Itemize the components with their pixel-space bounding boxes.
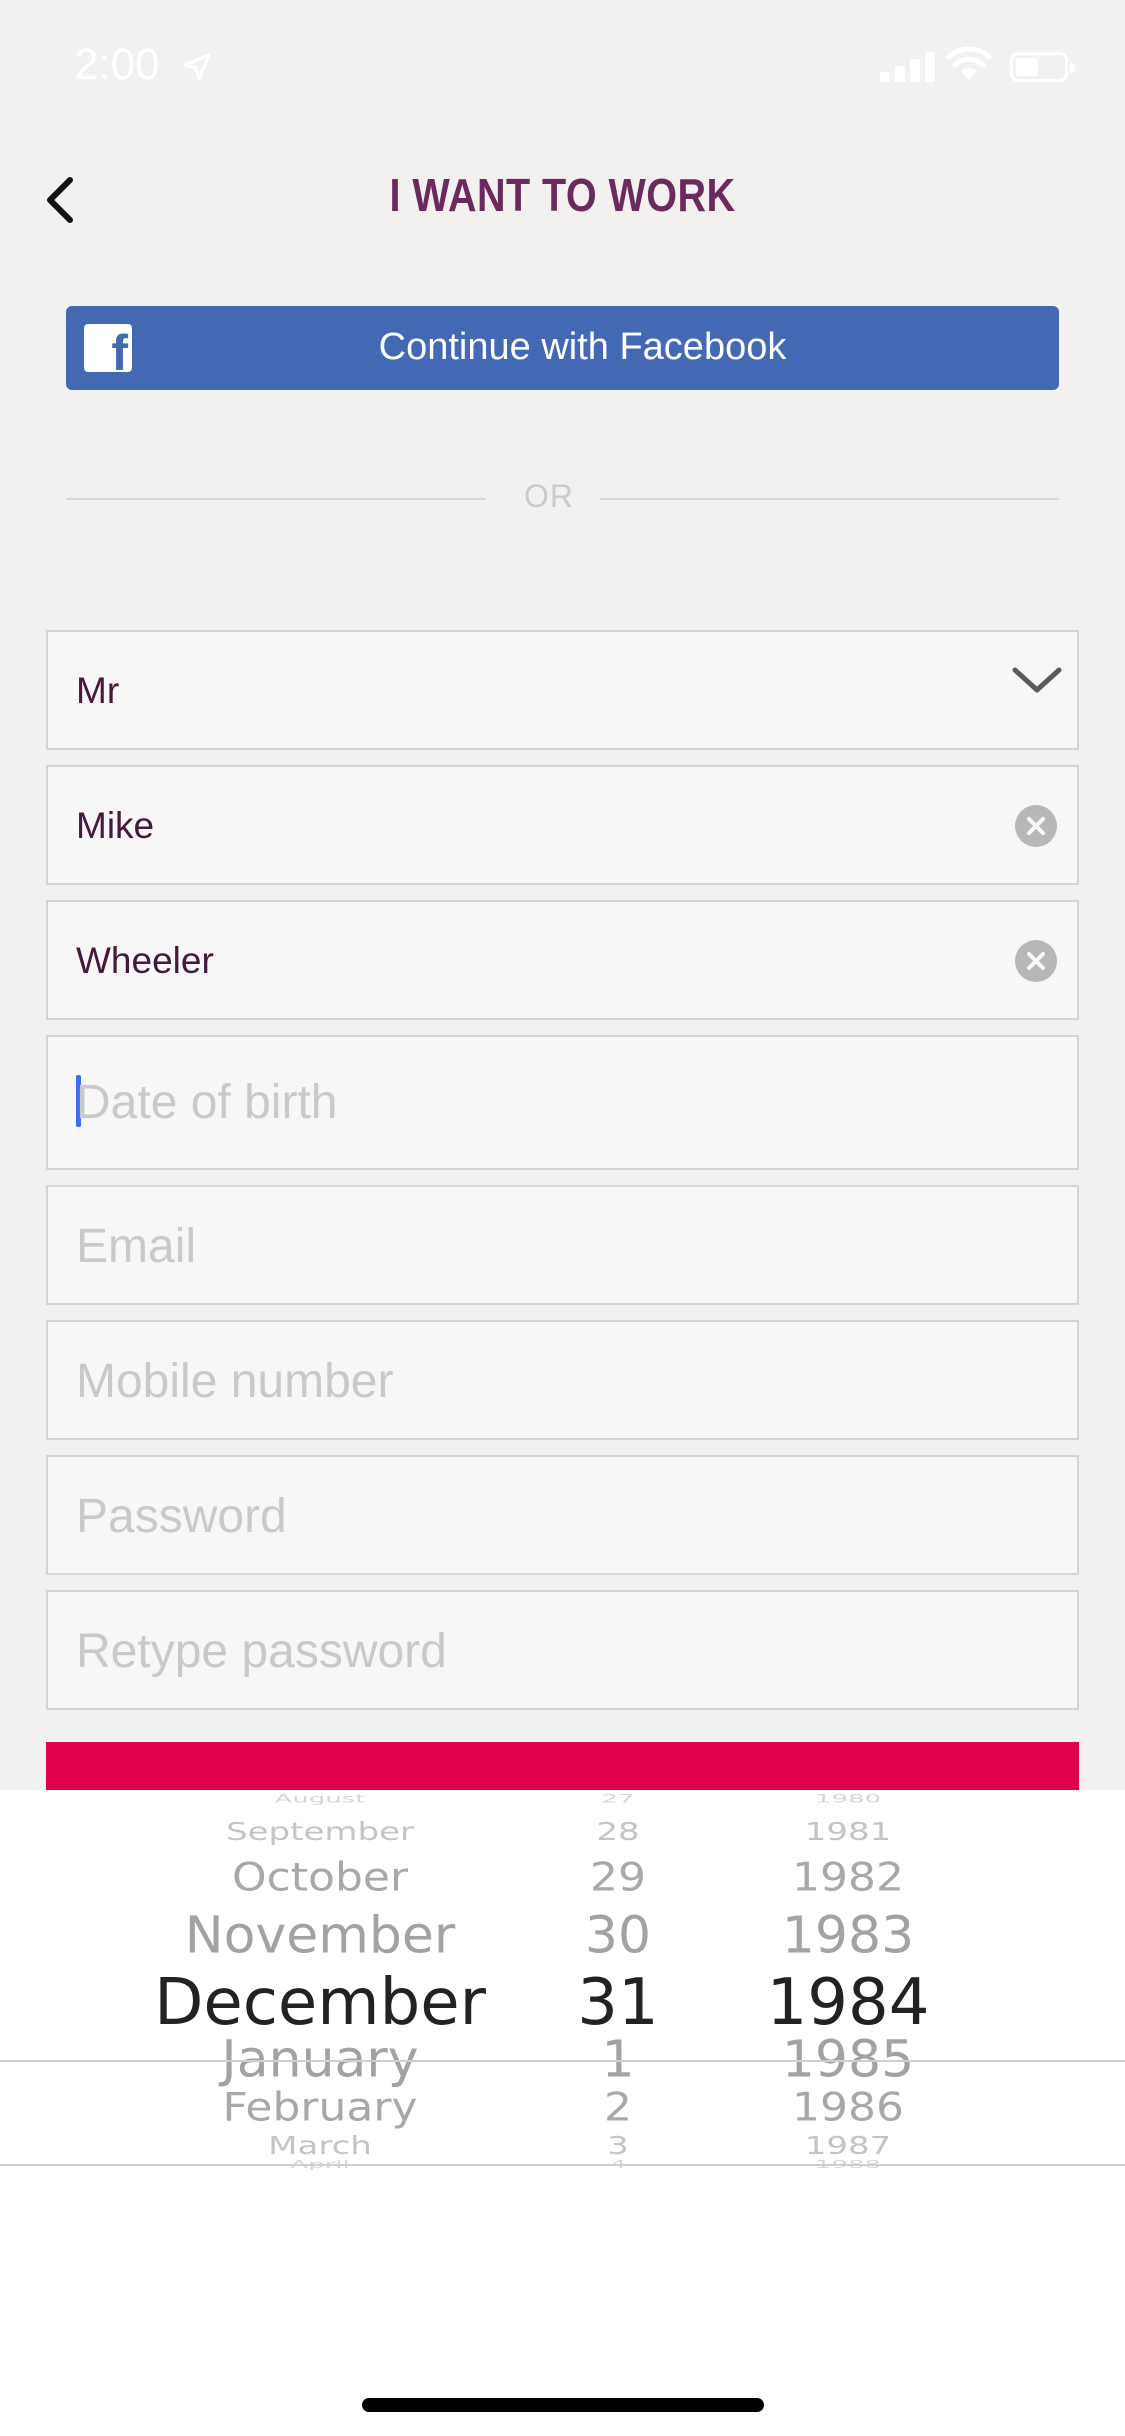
last-name-value: Wheeler [76, 940, 214, 981]
clear-icon[interactable] [1015, 805, 1057, 847]
picker-year-option[interactable]: 1987 [805, 2132, 892, 2161]
picker-day-option[interactable]: 31 [577, 1966, 658, 2040]
picker-month-option[interactable]: August [275, 1792, 366, 1806]
picker-year-option[interactable]: 1986 [792, 2085, 904, 2131]
cellular-signal-icon [880, 50, 936, 82]
chevron-down-icon [1012, 667, 1062, 693]
mobile-number-field[interactable]: Mobile number [46, 1320, 1079, 1440]
divider-line-left [66, 498, 486, 500]
picker-month-option[interactable]: March [268, 2132, 372, 2161]
first-name-field[interactable]: Mike [46, 765, 1079, 885]
retype-password-placeholder: Retype password [76, 1625, 447, 1678]
battery-icon [1010, 52, 1075, 82]
password-placeholder: Password [76, 1490, 287, 1543]
picker-month-option[interactable]: November [185, 1907, 456, 1965]
title-select-value: Mr [76, 670, 120, 711]
picker-selection-bottom-line [0, 2164, 1125, 2166]
page-title: I WANT TO WORK [389, 169, 736, 221]
picker-selection-top-line [0, 2060, 1125, 2062]
home-indicator [362, 2398, 764, 2412]
facebook-button-label: Continue with Facebook [378, 326, 787, 368]
password-field[interactable]: Password [46, 1455, 1079, 1575]
date-of-birth-field[interactable]: Date of birth [46, 1035, 1079, 1170]
divider-line-right [600, 498, 1059, 500]
clear-icon[interactable] [1015, 940, 1057, 982]
email-field[interactable]: Email [46, 1185, 1079, 1305]
first-name-value: Mike [76, 805, 155, 846]
picker-day-option[interactable]: 28 [596, 1818, 639, 1847]
or-divider-label: OR [524, 478, 574, 514]
date-picker[interactable]: August September October November December Ja… [0, 1790, 1125, 2436]
picker-year-option[interactable]: 1980 [815, 1792, 881, 1806]
picker-day-option[interactable]: 30 [585, 1907, 651, 1965]
back-chevron-icon[interactable] [40, 172, 80, 228]
wifi-icon [946, 46, 992, 80]
picker-year-option[interactable]: 1982 [792, 1855, 904, 1901]
last-name-field[interactable]: Wheeler [46, 900, 1079, 1020]
email-placeholder: Email [76, 1220, 197, 1273]
picker-day-option[interactable]: 27 [601, 1792, 634, 1806]
submit-button[interactable] [46, 1742, 1079, 1790]
picker-month-option[interactable]: October [232, 1855, 408, 1901]
picker-year-option[interactable]: 1984 [767, 1966, 930, 2040]
picker-year-option[interactable]: 1983 [782, 1907, 914, 1965]
title-select[interactable]: Mr [46, 630, 1079, 750]
picker-month-option[interactable]: December [154, 1966, 486, 2040]
retype-password-field[interactable]: Retype password [46, 1590, 1079, 1710]
picker-day-option[interactable]: 2 [604, 2085, 632, 2131]
location-arrow-icon [183, 53, 211, 81]
picker-day-option[interactable]: 29 [590, 1855, 646, 1901]
picker-year-option[interactable]: 1981 [805, 1818, 892, 1847]
date-of-birth-placeholder: Date of birth [76, 1076, 338, 1129]
status-time: 2:00 [74, 40, 160, 89]
mobile-number-placeholder: Mobile number [76, 1355, 394, 1408]
picker-day-option[interactable]: 3 [607, 2132, 629, 2161]
continue-with-facebook-button[interactable]: f Continue with Facebook [66, 306, 1059, 390]
picker-month-option[interactable]: September [226, 1818, 414, 1847]
picker-month-option[interactable]: February [223, 2085, 418, 2131]
